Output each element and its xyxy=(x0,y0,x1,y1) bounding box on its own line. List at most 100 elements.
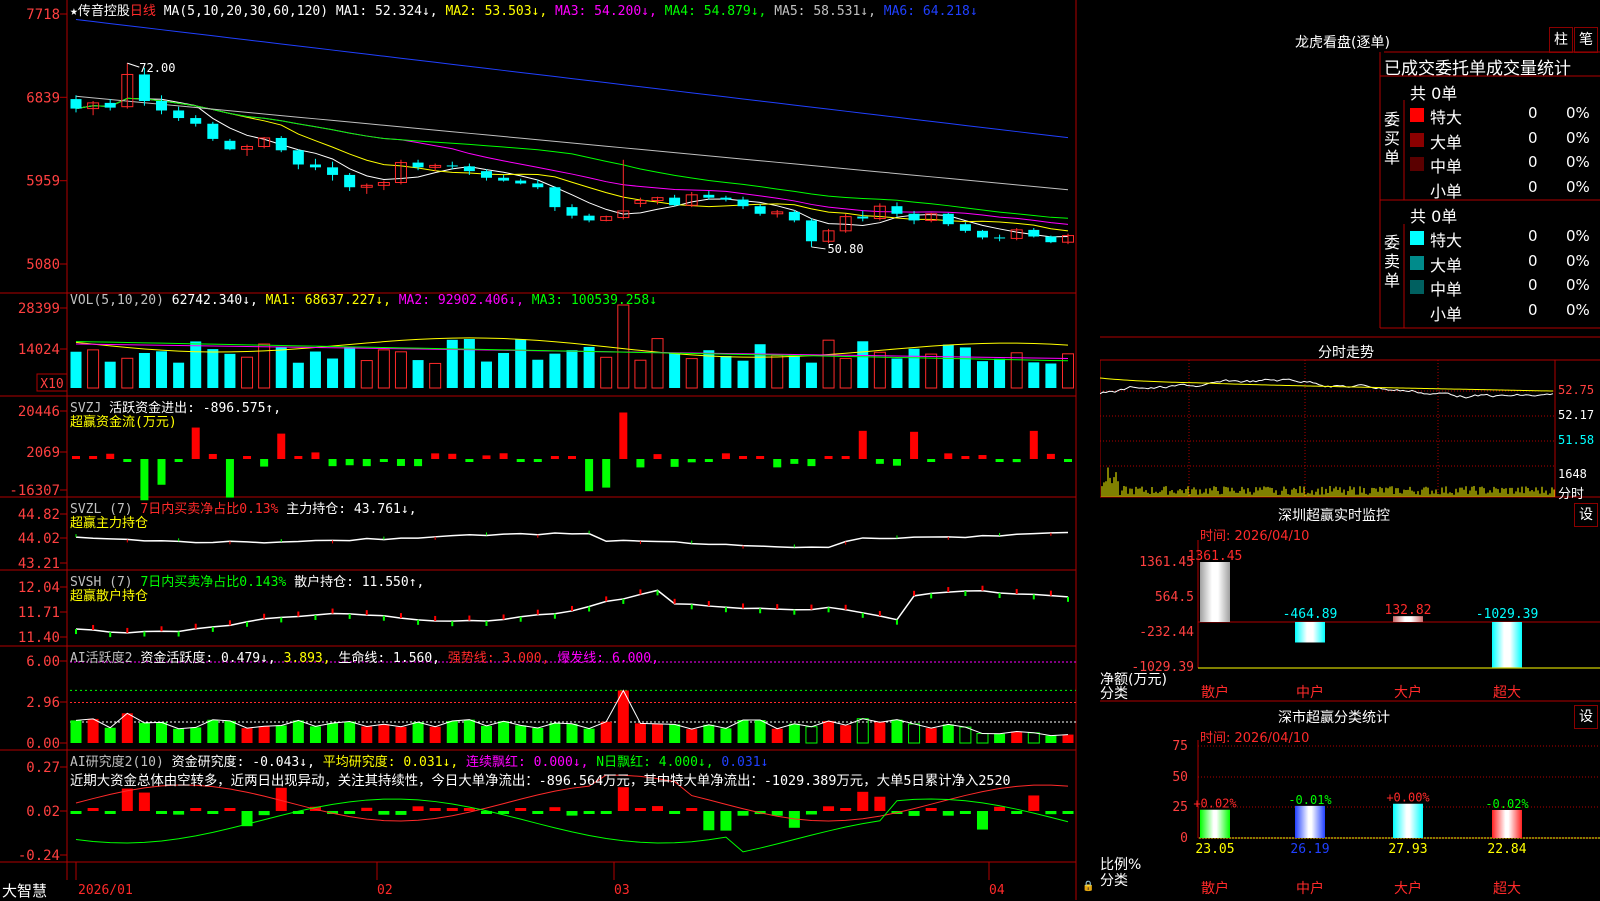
candle-body[interactable] xyxy=(224,140,236,150)
volume-bar[interactable] xyxy=(942,344,954,388)
research-bar[interactable] xyxy=(737,811,749,816)
activity-bar[interactable] xyxy=(241,728,253,743)
activity-bar[interactable] xyxy=(805,726,818,744)
fund-flow-bar[interactable] xyxy=(277,433,286,459)
research-bar[interactable] xyxy=(857,791,869,811)
research-bar[interactable] xyxy=(378,811,390,815)
fund-flow-bar[interactable] xyxy=(362,459,371,467)
research-bar[interactable] xyxy=(532,811,544,814)
activity-bar[interactable] xyxy=(788,723,800,743)
research-bar[interactable] xyxy=(840,808,852,811)
activity-bar[interactable] xyxy=(258,726,270,743)
research-bar[interactable] xyxy=(925,808,937,811)
fund-flow-bar[interactable] xyxy=(653,454,662,459)
fund-flow-bar[interactable] xyxy=(191,427,200,459)
volume-bar[interactable] xyxy=(156,351,168,388)
activity-bar[interactable] xyxy=(121,713,133,743)
research-bar[interactable] xyxy=(258,811,270,816)
volume-bar[interactable] xyxy=(309,351,321,388)
fund-flow-bar[interactable] xyxy=(602,459,611,488)
fund-flow-bar[interactable] xyxy=(636,459,645,468)
activity-bar[interactable] xyxy=(429,726,441,743)
volume-bar[interactable] xyxy=(224,353,236,388)
fund-flow-bar[interactable] xyxy=(157,459,166,485)
fund-flow-bar[interactable] xyxy=(533,459,542,462)
activity-bar[interactable] xyxy=(104,727,116,743)
candle-body[interactable] xyxy=(275,137,287,151)
activity-bar[interactable] xyxy=(344,721,356,743)
activity-bar[interactable] xyxy=(190,727,202,743)
activity-bar[interactable] xyxy=(463,719,475,743)
fund-flow-bar[interactable] xyxy=(465,459,474,462)
activity-bar[interactable] xyxy=(87,718,99,743)
research-bar[interactable] xyxy=(156,811,168,814)
research-bar[interactable] xyxy=(686,808,698,811)
volume-bar[interactable] xyxy=(327,358,339,388)
activity-bar[interactable] xyxy=(1045,735,1057,743)
activity-bar[interactable] xyxy=(959,726,972,744)
fund-flow-bar[interactable] xyxy=(123,459,132,462)
candle-body[interactable] xyxy=(994,237,1006,239)
monitor-settings-button[interactable]: 设 xyxy=(1574,503,1598,527)
activity-bar[interactable] xyxy=(532,727,544,743)
research-bar[interactable] xyxy=(87,808,99,811)
candle-body[interactable] xyxy=(70,99,82,109)
activity-bar[interactable] xyxy=(361,726,373,743)
fund-flow-bar[interactable] xyxy=(704,459,713,462)
volume-bar[interactable] xyxy=(788,355,800,388)
volume-bar[interactable] xyxy=(566,350,578,388)
volume-bar[interactable] xyxy=(891,358,903,388)
research-bar[interactable] xyxy=(994,806,1006,811)
activity-bar[interactable] xyxy=(156,722,168,743)
volume-bar[interactable] xyxy=(754,344,766,388)
fund-flow-bar[interactable] xyxy=(294,456,303,459)
volume-bar[interactable] xyxy=(737,360,749,388)
fund-flow-bar[interactable] xyxy=(1046,453,1055,459)
volume-bar[interactable] xyxy=(480,361,492,388)
research-bar[interactable] xyxy=(549,807,561,811)
activity-bar[interactable] xyxy=(173,728,185,743)
volume-bar[interactable] xyxy=(549,353,561,388)
candle-body[interactable] xyxy=(532,183,544,188)
fund-flow-bar[interactable] xyxy=(174,459,183,462)
research-bar[interactable] xyxy=(463,808,475,811)
volume-bar[interactable] xyxy=(994,358,1006,388)
volume-bar[interactable] xyxy=(377,349,390,389)
fund-flow-bar[interactable] xyxy=(72,456,80,459)
research-bar[interactable] xyxy=(976,811,988,830)
volume-bar[interactable] xyxy=(839,357,852,389)
fund-flow-bar[interactable] xyxy=(841,456,850,459)
candle-body[interactable] xyxy=(1028,229,1040,237)
fund-flow-bar[interactable] xyxy=(670,459,679,467)
tick-mode-button[interactable]: 笔 xyxy=(1574,27,1598,53)
candle-body[interactable] xyxy=(207,123,219,139)
volume-bar[interactable] xyxy=(959,347,971,388)
activity-bar[interactable] xyxy=(498,721,510,743)
fund-flow-bar[interactable] xyxy=(379,459,388,462)
activity-bar[interactable] xyxy=(70,720,82,743)
research-bar[interactable] xyxy=(634,808,646,811)
activity-bar[interactable] xyxy=(1062,734,1074,743)
fund-flow-bar[interactable] xyxy=(516,459,525,462)
activity-bar[interactable] xyxy=(395,726,407,743)
lock-icon[interactable]: 🔒 xyxy=(1082,881,1094,892)
candle-body[interactable] xyxy=(1045,236,1057,243)
fund-flow-bar[interactable] xyxy=(739,456,748,459)
volume-bar[interactable] xyxy=(463,338,475,388)
research-bar[interactable] xyxy=(703,811,715,831)
fund-flow-bar[interactable] xyxy=(1029,430,1038,459)
candle-body[interactable] xyxy=(515,180,527,184)
candle-body[interactable] xyxy=(138,74,150,101)
research-bar[interactable] xyxy=(361,807,373,811)
fund-flow-bar[interactable] xyxy=(687,459,696,463)
candle-body[interactable] xyxy=(788,211,800,221)
kline-chart-area[interactable]: 7718 6839 5959 5080 72.00 50.80 28399 14024 X10 2… xyxy=(0,0,1100,900)
research-bar[interactable] xyxy=(583,811,595,814)
volume-bar[interactable] xyxy=(857,341,869,388)
activity-bar[interactable] xyxy=(600,721,612,743)
research-bar[interactable] xyxy=(190,808,202,811)
volume-bar[interactable] xyxy=(1045,363,1057,388)
candle-body[interactable] xyxy=(805,220,817,242)
activity-bar[interactable] xyxy=(292,720,304,743)
activity-bar[interactable] xyxy=(703,724,715,743)
